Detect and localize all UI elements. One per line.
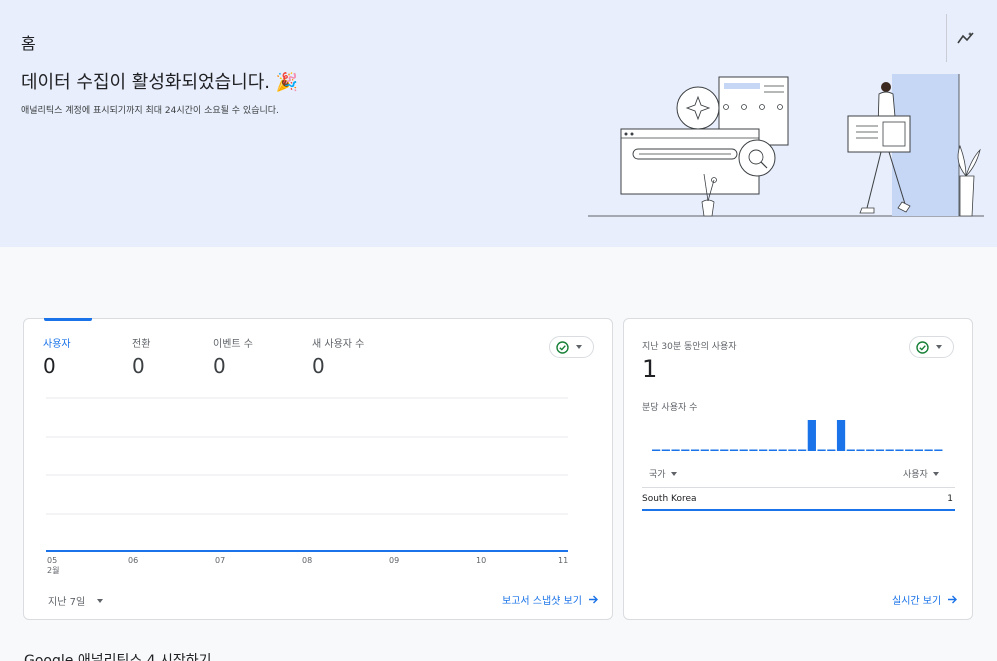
x-tick-label: 05 <box>47 556 58 565</box>
data-collection-illustration <box>588 74 984 217</box>
minute-bar <box>700 449 709 451</box>
table-row[interactable]: South Korea 1 <box>642 492 955 511</box>
country-cell: South Korea <box>642 494 697 504</box>
minute-bar <box>710 449 719 451</box>
minute-bar <box>798 449 807 451</box>
realtime-card: 지난 30분 동안의 사용자 1 분당 사용자 수 국가 사용자 South K… <box>623 318 973 620</box>
minute-bar <box>846 449 855 451</box>
x-tick-label: 06 <box>128 556 139 565</box>
minute-bar <box>827 449 836 451</box>
view-report-snapshot-link[interactable]: 보고서 스냅샷 보기 <box>502 592 599 607</box>
minute-bar <box>749 449 758 451</box>
minute-bar <box>856 449 865 451</box>
chevron-down-icon <box>932 471 939 476</box>
minute-bar <box>895 449 904 451</box>
view-realtime-link[interactable]: 실시간 보기 <box>892 592 958 607</box>
minute-bar <box>729 449 739 451</box>
users-header-label: 사용자 <box>903 470 928 480</box>
x-tick-label: 11 <box>558 556 569 565</box>
x-tick-label: 10 <box>476 556 487 565</box>
minute-bar <box>778 449 787 451</box>
minute-bar <box>739 449 748 451</box>
arrow-right-icon <box>948 595 958 604</box>
country-header-label: 국가 <box>649 470 666 480</box>
minute-bar <box>768 449 778 451</box>
link-label: 실시간 보기 <box>892 596 942 607</box>
minute-bar <box>788 449 797 451</box>
table-divider <box>642 487 955 488</box>
minute-bar <box>885 449 894 451</box>
check-circle-icon <box>916 340 929 354</box>
minute-bar <box>690 449 700 451</box>
users-per-minute-bar-chart <box>652 420 943 451</box>
minute-bar <box>671 449 680 451</box>
link-label: 보고서 스냅샷 보기 <box>502 596 582 607</box>
minute-bar <box>652 449 661 451</box>
x-month-label: 2월 <box>47 566 60 575</box>
x-tick-label: 07 <box>215 556 226 565</box>
banner-title: 데이터 수집이 활성화되었습니다. 🎉 <box>21 72 299 93</box>
country-column-header[interactable]: 국가 <box>649 467 677 480</box>
users-column-header[interactable]: 사용자 <box>903 467 939 480</box>
date-range-dropdown[interactable]: 지난 7일 <box>48 593 104 608</box>
minute-bar <box>661 449 670 451</box>
minute-bar <box>934 449 943 451</box>
chevron-down-icon <box>936 345 942 349</box>
minute-bar <box>681 449 690 451</box>
minute-bar <box>807 420 816 451</box>
minute-bar <box>866 449 875 451</box>
minute-bar <box>924 449 933 451</box>
arrow-right-icon <box>588 595 598 604</box>
insights-icon <box>956 32 974 44</box>
minute-bar <box>875 449 885 451</box>
chevron-down-icon <box>97 598 104 603</box>
users-line-chart <box>46 397 568 552</box>
minute-bar <box>720 449 729 451</box>
minute-bar <box>914 449 924 451</box>
section-title-get-started: Google 애널리틱스 4 시작하기 <box>24 653 212 661</box>
banner-subtitle: 애널리틱스 계정에 표시되기까지 최대 24시간이 소요될 수 있습니다. <box>21 106 279 116</box>
users-cell: 1 <box>947 494 953 504</box>
hero-banner: 홈 데이터 수집이 활성화되었습니다. 🎉 애널리틱스 계정에 표시되기까지 최… <box>0 0 997 247</box>
realtime-status-dropdown[interactable] <box>909 336 954 358</box>
minute-bar <box>836 420 846 451</box>
realtime-value: 1 <box>642 355 658 383</box>
per-minute-label: 분당 사용자 수 <box>642 403 698 413</box>
chevron-down-icon <box>670 471 677 476</box>
x-tick-label: 09 <box>389 556 400 565</box>
page-title: 홈 <box>21 34 36 53</box>
minute-bar <box>759 449 768 451</box>
x-tick-label: 08 <box>302 556 313 565</box>
minute-bar <box>817 449 826 451</box>
date-range-label: 지난 7일 <box>48 597 86 608</box>
minute-bar <box>905 449 914 451</box>
insights-button[interactable] <box>946 14 984 62</box>
realtime-title: 지난 30분 동안의 사용자 <box>642 342 737 352</box>
overview-card: 사용자 0 전환 0 이벤트 수 0 새 사용자 수 0 05 2월 06 07… <box>23 318 613 620</box>
